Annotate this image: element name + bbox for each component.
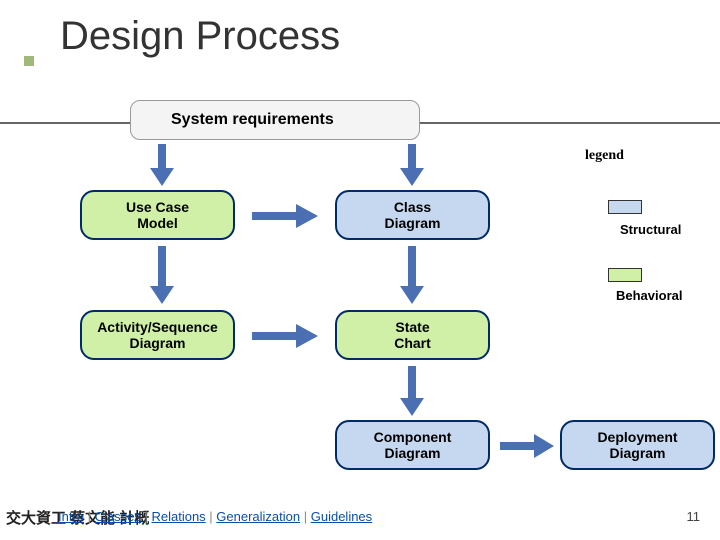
node-label: Component Diagram — [374, 429, 452, 461]
crumb-intro[interactable]: Intro — [58, 509, 84, 524]
legend-label-structural: Structural — [620, 222, 681, 237]
arrow-down-icon — [150, 144, 174, 186]
page-title: Design Process — [0, 0, 720, 59]
node-component-diagram: Component Diagram — [335, 420, 490, 470]
arrow-down-icon — [400, 366, 424, 416]
arrow-right-icon — [252, 324, 318, 348]
legend-label-behavioral: Behavioral — [616, 288, 682, 303]
legend-title: legend — [585, 148, 624, 164]
arrow-right-icon — [252, 204, 318, 228]
arrow-right-icon — [500, 434, 554, 458]
node-label: Deployment Diagram — [597, 429, 677, 461]
node-label: Use Case Model — [126, 199, 189, 231]
node-label: System requirements — [171, 111, 334, 129]
node-use-case-model: Use Case Model — [80, 190, 235, 240]
separator-icon: | — [206, 509, 217, 524]
title-accent — [24, 56, 34, 66]
breadcrumb: Intro | Classes | Relations | Generaliza… — [58, 509, 372, 524]
separator-icon: | — [141, 509, 152, 524]
crumb-classes[interactable]: Classes — [95, 509, 141, 524]
arrow-down-icon — [400, 246, 424, 304]
node-activity-sequence: Activity/Sequence Diagram — [80, 310, 235, 360]
node-state-chart: State Chart — [335, 310, 490, 360]
crumb-relations[interactable]: Relations — [151, 509, 205, 524]
legend-swatch-behavioral — [608, 268, 642, 282]
crumb-generalization[interactable]: Generalization — [216, 509, 300, 524]
arrow-down-icon — [150, 246, 174, 304]
node-deployment-diagram: Deployment Diagram — [560, 420, 715, 470]
page-number: 11 — [687, 509, 701, 524]
node-label: State Chart — [394, 319, 431, 351]
separator-icon: | — [84, 509, 95, 524]
node-label: Activity/Sequence Diagram — [97, 319, 218, 351]
legend-swatch-structural — [608, 200, 642, 214]
node-system-requirements: System requirements — [130, 100, 420, 140]
node-class-diagram: Class Diagram — [335, 190, 490, 240]
arrow-down-icon — [400, 144, 424, 186]
node-label: Class Diagram — [384, 199, 440, 231]
crumb-guidelines[interactable]: Guidelines — [311, 509, 372, 524]
separator-icon: | — [300, 509, 311, 524]
